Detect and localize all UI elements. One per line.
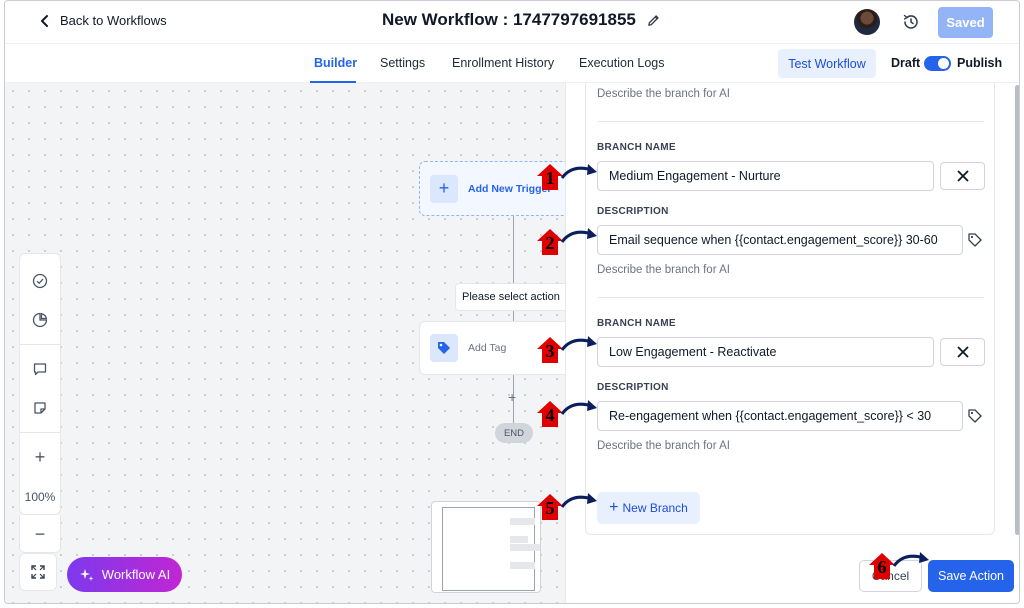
- new-branch-label: New Branch: [622, 501, 688, 515]
- end-node: END: [495, 423, 533, 443]
- annotation-arrow: [560, 400, 597, 415]
- add-step-plus-icon[interactable]: +: [508, 389, 516, 405]
- minimap-block: [510, 562, 535, 569]
- branch-helper-text: Describe the branch for AI: [597, 264, 730, 276]
- branch-description-input[interactable]: Re-engagement when {{contact.engagement_…: [597, 401, 963, 431]
- user-avatar[interactable]: [854, 9, 880, 35]
- branch-helper-text: Describe the branch for AI: [597, 440, 730, 452]
- connector-line: [513, 216, 514, 283]
- tag-icon: [430, 334, 458, 362]
- remove-branch-button[interactable]: [940, 162, 985, 190]
- annotation-arrow: [560, 493, 597, 508]
- comment-icon[interactable]: [20, 350, 60, 388]
- check-circle-icon[interactable]: [20, 262, 60, 300]
- tabs-bar: Builder Settings Enrollment History Exec…: [5, 43, 1019, 83]
- back-label: Back to Workflows: [60, 13, 167, 28]
- description-label: DESCRIPTION: [597, 206, 669, 217]
- branch-name-label: BRANCH NAME: [597, 318, 676, 329]
- sticky-note-icon[interactable]: [20, 389, 60, 427]
- branches-card: Describe the branch for AI BRANCH NAME M…: [585, 83, 995, 535]
- expand-icon: [31, 565, 45, 579]
- workflow-canvas[interactable]: + Add New Trigger Please select action A…: [5, 83, 579, 603]
- publish-toggle[interactable]: [924, 56, 951, 71]
- plus-icon: +: [430, 174, 458, 203]
- back-to-workflows-link[interactable]: Back to Workflows: [38, 13, 167, 28]
- annotation-arrow: [892, 552, 929, 567]
- plus-icon: +: [609, 499, 619, 516]
- fit-view-button[interactable]: [19, 553, 57, 591]
- zoom-out-group: −: [19, 515, 61, 553]
- branch-name-input[interactable]: Medium Engagement - Nurture: [597, 161, 934, 191]
- tab-settings[interactable]: Settings: [380, 56, 425, 70]
- zoom-level: 100%: [24, 490, 56, 504]
- tab-builder[interactable]: Builder: [314, 56, 357, 70]
- branch-name-input[interactable]: Low Engagement - Reactivate: [597, 337, 934, 367]
- chevron-left-icon: [41, 14, 48, 27]
- zoom-out-button[interactable]: −: [20, 515, 60, 553]
- minimap[interactable]: [431, 501, 541, 593]
- workflow-builder-window: Back to Workflows New Workflow : 1747797…: [4, 0, 1020, 604]
- canvas-toolbar: + 100%: [19, 253, 61, 515]
- tag-node-label: Add Tag: [468, 342, 507, 354]
- annotation-arrow: [560, 336, 597, 351]
- tag-icon[interactable]: [967, 408, 983, 424]
- history-clock-icon[interactable]: [901, 12, 921, 32]
- connector-line: [513, 311, 514, 321]
- annotation-arrow: [560, 228, 597, 243]
- close-icon: [956, 346, 969, 358]
- draft-label: Draft: [891, 56, 921, 70]
- workflow-title-group: New Workflow : 1747797691855: [382, 10, 661, 30]
- test-workflow-button[interactable]: Test Workflow: [778, 49, 876, 78]
- workflow-title: New Workflow : 1747797691855: [382, 10, 636, 29]
- minimap-block: [510, 544, 540, 551]
- zoom-in-button[interactable]: +: [20, 438, 60, 476]
- panel-scrollbar[interactable]: [1015, 85, 1019, 535]
- branch-helper-text: Describe the branch for AI: [597, 88, 730, 100]
- branch-name-label: BRANCH NAME: [597, 142, 676, 153]
- workflow-ai-button[interactable]: Workflow AI: [67, 557, 182, 592]
- minimap-block: [510, 536, 528, 543]
- remove-branch-button[interactable]: [940, 338, 985, 366]
- tab-execution-logs[interactable]: Execution Logs: [579, 56, 664, 70]
- minimap-block: [510, 518, 535, 525]
- branch-description-input[interactable]: Email sequence when {{contact.engagement…: [597, 225, 963, 255]
- save-action-button[interactable]: Save Action: [928, 560, 1014, 592]
- select-action-box[interactable]: Please select action: [455, 283, 575, 311]
- annotation-arrow: [560, 164, 597, 179]
- new-branch-button[interactable]: + New Branch: [597, 492, 700, 524]
- workflow-ai-label: Workflow AI: [101, 567, 171, 582]
- pie-chart-icon[interactable]: [20, 301, 60, 339]
- tag-icon[interactable]: [967, 232, 983, 248]
- branch-settings-panel: Describe the branch for AI BRANCH NAME M…: [565, 83, 1019, 603]
- pencil-edit-icon[interactable]: [646, 13, 661, 28]
- top-header: Back to Workflows New Workflow : 1747797…: [5, 1, 1019, 43]
- saved-button[interactable]: Saved: [938, 7, 993, 38]
- publish-label: Publish: [957, 56, 1003, 70]
- description-label: DESCRIPTION: [597, 382, 669, 393]
- tab-enrollment-history[interactable]: Enrollment History: [452, 56, 554, 70]
- close-icon: [956, 170, 969, 182]
- sparkle-icon: [79, 568, 94, 581]
